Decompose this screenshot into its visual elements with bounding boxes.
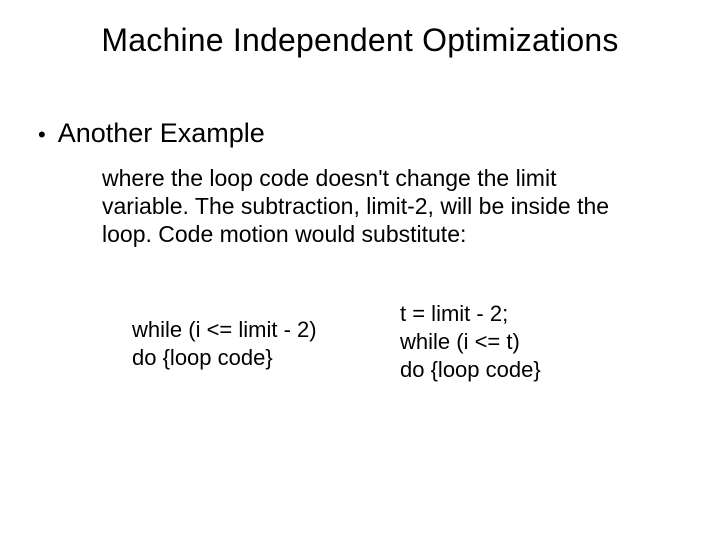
bullet-text: Another Example: [58, 118, 265, 149]
bullet-marker: •: [38, 121, 46, 148]
body-paragraph: where the loop code doesn't change the l…: [102, 164, 642, 248]
code-line: do {loop code}: [132, 344, 372, 372]
slide-title: Machine Independent Optimizations: [0, 22, 720, 59]
slide: Machine Independent Optimizations • Anot…: [0, 0, 720, 540]
code-block-after: t = limit - 2; while (i <= t) do {loop c…: [400, 300, 660, 384]
bullet-item: • Another Example: [38, 118, 265, 149]
code-line: while (i <= limit - 2): [132, 316, 372, 344]
code-line: do {loop code}: [400, 356, 660, 384]
code-line: t = limit - 2;: [400, 300, 660, 328]
code-line: while (i <= t): [400, 328, 660, 356]
code-block-before: while (i <= limit - 2) do {loop code}: [132, 316, 372, 372]
